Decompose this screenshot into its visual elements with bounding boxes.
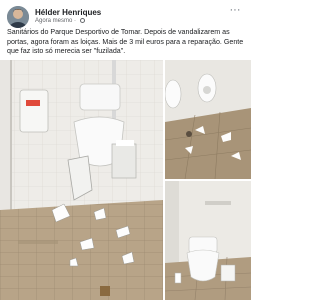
globe-icon — [79, 18, 85, 23]
profile-photo-icon — [7, 6, 29, 28]
avatar[interactable] — [7, 6, 29, 28]
photo-top-right[interactable] — [165, 60, 251, 179]
bathroom-floor-debris-photo — [165, 60, 251, 179]
vandalized-toilet-photo — [0, 60, 163, 300]
post-header: Hélder Henriques Agora mesmo · ··· — [0, 0, 251, 28]
author-name[interactable]: Hélder Henriques — [35, 8, 101, 17]
post-timestamp[interactable]: Agora mesmo — [35, 18, 72, 24]
photo-main[interactable] — [0, 60, 163, 300]
post-timestamp-row: Agora mesmo · — [35, 18, 85, 24]
photo-bottom-right[interactable] — [165, 181, 251, 300]
photo-grid — [0, 60, 251, 300]
post-text: Sanitários do Parque Desportivo de Tomar… — [7, 28, 244, 56]
toilet-stall-photo — [165, 181, 251, 300]
more-options-button[interactable]: ··· — [227, 5, 243, 17]
